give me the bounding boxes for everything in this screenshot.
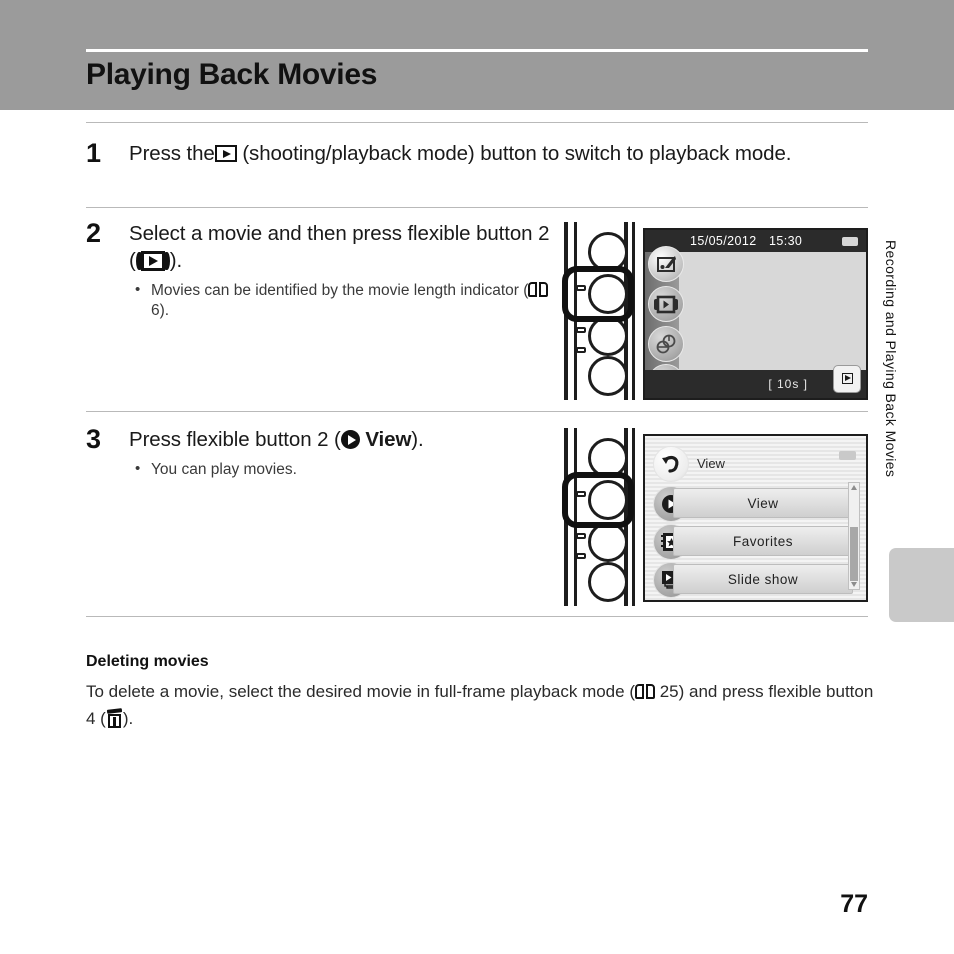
page-number: 77 (840, 890, 868, 918)
menu-row-slide-show[interactable]: Slide show (673, 564, 853, 594)
delete-trash-icon (106, 708, 123, 728)
step-3-text: Press flexible button 2 ( View). (129, 426, 559, 453)
note-text: To delete a movie, select the desired mo… (86, 678, 876, 732)
step-1-number: 1 (86, 138, 102, 168)
step-2-bullet-1-text-after: ). (159, 302, 170, 319)
step-2-text-before: Select a movie and then press flexible b… (129, 222, 550, 272)
book-reference-icon (528, 282, 549, 297)
camera-flexible-button-4[interactable] (588, 356, 628, 396)
menu-row-favorites-label: Favorites (732, 534, 794, 549)
page-header-band (0, 0, 954, 110)
step-2-text-after: ). (169, 249, 183, 272)
note-page-ref: 25 (659, 682, 679, 701)
highlight-button-2 (562, 472, 634, 528)
retouch-icon[interactable] (648, 246, 684, 282)
camera-tick-4 (576, 347, 586, 353)
play-box-icon (214, 145, 237, 162)
effects-icon[interactable] (648, 326, 684, 362)
book-reference-icon (634, 684, 655, 699)
menu-row-slide-show-label: Slide show (727, 572, 799, 587)
camera-flexible-button-4[interactable] (588, 562, 628, 602)
scroll-down-arrow-icon[interactable] (851, 582, 857, 587)
camera-tick-4 (576, 553, 586, 559)
camera-illustration-step2 (562, 222, 637, 400)
note-text-part3: ). (122, 709, 134, 728)
lcd-date: 15/05/2012 (690, 234, 757, 248)
step-3-bullets: You can play movies. (129, 459, 559, 480)
step-3-text-before: Press flexible button 2 ( (129, 428, 341, 451)
step-3-bold-label: View (365, 428, 412, 451)
camera-tick-3 (576, 533, 586, 539)
scrollbar-thumb[interactable] (850, 527, 858, 581)
menu-scrollbar[interactable] (848, 482, 860, 590)
divider-step3-top (86, 411, 868, 412)
menu-row-favorites[interactable]: Favorites (673, 526, 853, 556)
battery-icon (842, 237, 858, 246)
highlight-button-2 (562, 266, 634, 322)
page-title: Playing Back Movies (86, 58, 378, 91)
battery-icon (839, 451, 856, 460)
side-tab-marker (889, 548, 954, 622)
playback-mode-icon[interactable] (833, 365, 861, 393)
side-tab-label: Recording and Playing Back Movies (883, 240, 899, 478)
step-1-text: Press the (shooting/playback mode) butto… (129, 140, 919, 167)
note-text-part1: To delete a movie, select the desired mo… (86, 682, 635, 701)
movie-film-icon (135, 251, 170, 271)
scroll-up-arrow-icon[interactable] (851, 485, 857, 490)
back-arrow-icon[interactable] (653, 446, 689, 482)
step-2-bullet-1-text-before: Movies can be identified by the movie le… (151, 282, 529, 299)
header-white-rule (86, 49, 868, 52)
camera-tick-3 (576, 327, 586, 333)
step-2-bullets: Movies can be identified by the movie le… (129, 280, 559, 321)
step-2-text: Select a movie and then press flexible b… (129, 220, 559, 274)
camera-flexible-button-3[interactable] (588, 522, 628, 562)
divider-step2-top (86, 207, 868, 208)
divider-step3-bottom (86, 616, 868, 617)
movie-length-indicator: [ 10s ] (768, 377, 808, 391)
step-1-text-after: (shooting/playback mode) button to switc… (242, 142, 792, 165)
camera-flexible-button-3[interactable] (588, 316, 628, 356)
camera-lcd-playback-screen: 15/05/2012 15:30 [10s] (643, 228, 868, 400)
step-2-bullet-1-page-ref: 6 (151, 302, 160, 319)
step-3-number: 3 (86, 424, 102, 454)
menu-row-view[interactable]: View (673, 488, 853, 518)
step-3-bullet-1: You can play movies. (129, 459, 559, 480)
step-2-number: 2 (86, 218, 102, 248)
note-deleting-movies: Deleting movies To delete a movie, selec… (86, 653, 876, 732)
camera-illustration-step3 (562, 428, 637, 606)
menu-header-label: View (697, 456, 725, 471)
menu-row-view-label: View (747, 496, 779, 511)
step-3-text-after: ). (411, 428, 424, 451)
divider-step1-top (86, 122, 868, 123)
step-2-bullet-1: Movies can be identified by the movie le… (129, 280, 559, 321)
camera-lcd-menu-screen: View View Favorites Slide show (643, 434, 868, 602)
play-circle-icon (340, 430, 360, 449)
lcd-time: 15:30 (769, 234, 803, 248)
movie-playback-icon[interactable] (648, 286, 684, 322)
note-title: Deleting movies (86, 653, 209, 670)
step-1-text-before: Press the (129, 142, 215, 165)
